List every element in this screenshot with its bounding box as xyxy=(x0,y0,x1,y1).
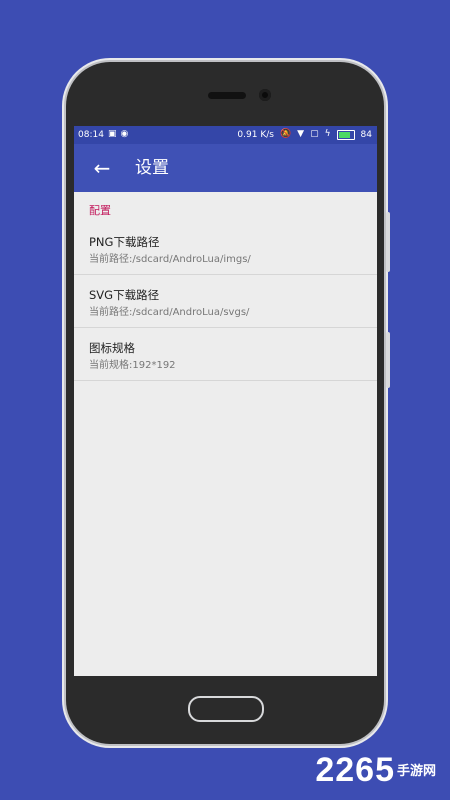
watermark-text: 手游网 xyxy=(396,763,436,778)
front-camera xyxy=(259,89,271,101)
status-bar: 08:14 ▣ ◉ 0.91 K/s 🔕 ▼ ▢ ϟ 84 xyxy=(74,126,377,144)
setting-summary: 当前规格:192*192 xyxy=(89,360,176,371)
setting-png-path[interactable]: PNG下载路径 当前路径:/sdcard/AndroLua/imgs/ xyxy=(74,222,377,275)
setting-summary: 当前路径:/sdcard/AndroLua/imgs/ xyxy=(89,254,251,265)
status-time: 08:14 xyxy=(78,129,104,140)
watermark-number: 2265 xyxy=(315,751,395,789)
app-bar: ← 设置 xyxy=(74,144,377,192)
power-button xyxy=(386,332,390,388)
setting-icon-size[interactable]: 图标规格 当前规格:192*192 xyxy=(74,328,377,381)
phone-frame: 08:14 ▣ ◉ 0.91 K/s 🔕 ▼ ▢ ϟ 84 ← 设置 配置 PN… xyxy=(66,62,390,744)
settings-card: 配置 PNG下载路径 当前路径:/sdcard/AndroLua/imgs/ S… xyxy=(74,192,377,676)
setting-title: PNG下载路径 xyxy=(89,235,160,249)
setting-title: 图标规格 xyxy=(89,341,135,355)
setting-title: SVG下载路径 xyxy=(89,288,160,302)
volume-button xyxy=(386,212,390,272)
screen: 08:14 ▣ ◉ 0.91 K/s 🔕 ▼ ▢ ϟ 84 ← 设置 配置 PN… xyxy=(74,126,377,676)
mute-icon: 🔕 xyxy=(279,129,292,139)
earpiece-speaker xyxy=(208,92,246,99)
home-button[interactable] xyxy=(188,696,264,722)
watermark-logo: 2265 手游网 xyxy=(315,751,436,790)
battery-icon xyxy=(336,129,355,140)
wifi-icon: ▼ xyxy=(297,129,305,139)
charging-icon: ϟ xyxy=(324,129,331,139)
no-sim-icon: ▢ xyxy=(310,129,319,139)
image-icon: ▣ xyxy=(107,129,117,139)
settings-content: 配置 PNG下载路径 当前路径:/sdcard/AndroLua/imgs/ S… xyxy=(74,192,377,676)
page-title: 设置 xyxy=(135,158,169,178)
check-circle-icon: ◉ xyxy=(120,129,129,139)
arrow-left-icon[interactable]: ← xyxy=(88,154,116,182)
battery-level: 84 xyxy=(360,129,372,140)
setting-summary: 当前路径:/sdcard/AndroLua/svgs/ xyxy=(89,307,250,318)
setting-svg-path[interactable]: SVG下载路径 当前路径:/sdcard/AndroLua/svgs/ xyxy=(74,275,377,328)
net-speed: 0.91 K/s xyxy=(237,129,274,140)
category-header: 配置 xyxy=(89,204,111,217)
